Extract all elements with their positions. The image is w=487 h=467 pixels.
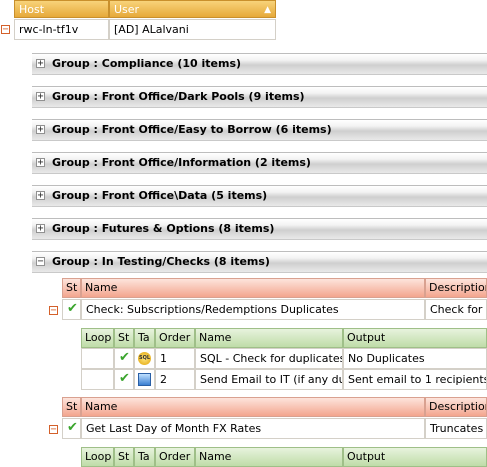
group-label: Group : Front Office\Data (5 items) (52, 189, 268, 202)
task-name-column-header[interactable]: Name (195, 328, 343, 348)
expand-icon[interactable]: + (36, 59, 45, 69)
task-output-column-header[interactable]: Output (343, 328, 487, 348)
expand-icon[interactable]: + (36, 92, 45, 102)
task-loop-cell (81, 369, 114, 390)
task-order-column-header[interactable]: Order (155, 328, 195, 348)
expand-icon[interactable]: + (36, 125, 45, 135)
group-row-compliance[interactable]: + Group : Compliance (10 items) (32, 53, 487, 75)
check-name-cell[interactable]: Get Last Day of Month FX Rates (81, 418, 425, 439)
group-row-in-testing-checks[interactable]: − Group : In Testing/Checks (8 items) (32, 251, 487, 273)
host-cell: rwc-ln-tf1v (14, 19, 109, 40)
task-order-column-header[interactable]: Order (155, 447, 195, 467)
group-label: Group : In Testing/Checks (8 items) (52, 255, 270, 268)
task-type-column-header[interactable]: Ta (134, 328, 155, 348)
check-name-column-header[interactable]: Name (81, 278, 425, 298)
task-loop-column-header[interactable]: Loop (81, 328, 114, 348)
task-output-cell: No Duplicates (343, 348, 487, 369)
expand-icon[interactable]: + (36, 224, 45, 234)
group-row-dark-pools[interactable]: + Group : Front Office/Dark Pools (9 ite… (32, 86, 487, 108)
group-row-easy-to-borrow[interactable]: + Group : Front Office/Easy to Borrow (6… (32, 119, 487, 141)
user-column-header[interactable]: User ▲ (109, 0, 276, 18)
task-type-cell: SQL (134, 348, 155, 369)
check-description-cell: Truncates & (425, 418, 487, 439)
task-status-column-header[interactable]: St (114, 447, 134, 467)
expand-icon[interactable]: + (36, 158, 45, 168)
group-label: Group : Front Office/Easy to Borrow (6 i… (52, 123, 332, 136)
email-icon (138, 373, 151, 386)
status-ok-icon: ✔ (62, 299, 81, 320)
collapse-icon[interactable]: − (36, 257, 45, 267)
user-column-label: User (114, 3, 140, 16)
check-name-column-header[interactable]: Name (81, 397, 425, 417)
task-order-cell: 1 (155, 348, 195, 369)
group-row-futures-options[interactable]: + Group : Futures & Options (8 items) (32, 218, 487, 240)
task-output-cell: Sent email to 1 recipients (343, 369, 487, 390)
sql-icon: SQL (138, 352, 151, 365)
task-type-cell (134, 369, 155, 390)
host-column-header[interactable]: Host (14, 0, 109, 18)
group-label: Group : Front Office/Dark Pools (9 items… (52, 90, 305, 103)
collapse-host-icon[interactable]: − (1, 25, 10, 35)
group-label: Group : Front Office/Information (2 item… (52, 156, 311, 169)
task-loop-column-header[interactable]: Loop (81, 447, 114, 467)
check-name-cell[interactable]: Check: Subscriptions/Redemptions Duplica… (81, 299, 425, 320)
status-ok-icon: ✔ (114, 348, 134, 369)
task-name-cell[interactable]: SQL - Check for duplicates (195, 348, 343, 369)
group-row-data[interactable]: + Group : Front Office\Data (5 items) (32, 185, 487, 207)
task-type-column-header[interactable]: Ta (134, 447, 155, 467)
task-name-column-header[interactable]: Name (195, 447, 343, 467)
status-ok-icon: ✔ (114, 369, 134, 390)
task-output-column-header[interactable]: Output (343, 447, 487, 467)
task-order-cell: 2 (155, 369, 195, 390)
group-label: Group : Futures & Options (8 items) (52, 222, 275, 235)
sort-ascending-icon[interactable]: ▲ (264, 2, 271, 18)
check-status-column-header[interactable]: St (62, 278, 81, 298)
collapse-check-icon[interactable]: − (49, 425, 58, 435)
group-label: Group : Compliance (10 items) (52, 57, 242, 70)
check-description-column-header[interactable]: Description (425, 278, 487, 298)
user-cell: [AD] ALalvani (109, 19, 276, 40)
collapse-check-icon[interactable]: − (49, 306, 58, 316)
group-row-information[interactable]: + Group : Front Office/Information (2 it… (32, 152, 487, 174)
task-loop-cell (81, 348, 114, 369)
status-ok-icon: ✔ (62, 418, 81, 439)
check-description-column-header[interactable]: Description (425, 397, 487, 417)
check-status-column-header[interactable]: St (62, 397, 81, 417)
task-status-column-header[interactable]: St (114, 328, 134, 348)
task-name-cell[interactable]: Send Email to IT (if any dup (195, 369, 343, 390)
check-description-cell: Check for d (425, 299, 487, 320)
expand-icon[interactable]: + (36, 191, 45, 201)
